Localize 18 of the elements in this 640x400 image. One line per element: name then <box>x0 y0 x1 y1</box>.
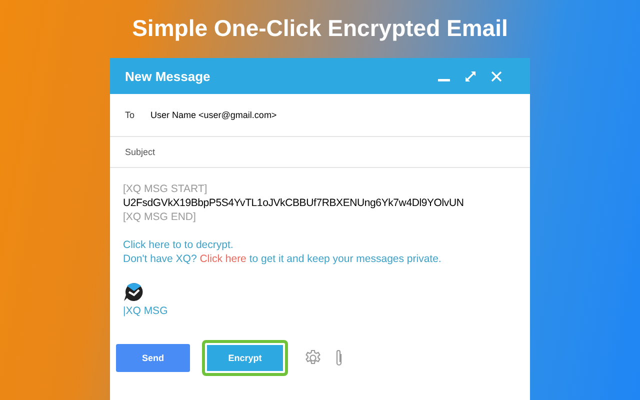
window-title: New Message <box>125 68 210 84</box>
signature-text: |XQ MSG <box>123 304 169 318</box>
settings-icon[interactable] <box>304 349 322 367</box>
to-label: To <box>125 110 135 120</box>
message-marker: [XQ MSG START] <box>123 182 208 196</box>
encrypt-button[interactable]: Encrypt <box>202 340 288 376</box>
click-here-link[interactable]: Click here <box>200 253 246 265</box>
paperclip-icon[interactable] <box>334 349 344 367</box>
encrypted-text: U2FsdGVkX19BbpP5S4YvTL1oJVkCBBUf7RBXENUng6Yk7w4Dl9YOlvUN <box>123 196 465 210</box>
send-button[interactable]: Send <box>116 344 190 372</box>
message-marker: [XQ MSG END] <box>123 210 197 224</box>
headline: Simple One-Click Encrypted Email <box>132 14 508 43</box>
invite-sentence: Don't have XQ? Click here to get it and keep your messages private. <box>123 252 442 266</box>
recipient-field[interactable]: User Name <user@gmail.com> <box>150 110 277 120</box>
expand-icon[interactable] <box>464 70 477 82</box>
logo-icon <box>123 280 145 302</box>
close-icon[interactable] <box>491 70 502 82</box>
decrypt-link[interactable]: Click here to to decrypt. <box>123 238 518 252</box>
